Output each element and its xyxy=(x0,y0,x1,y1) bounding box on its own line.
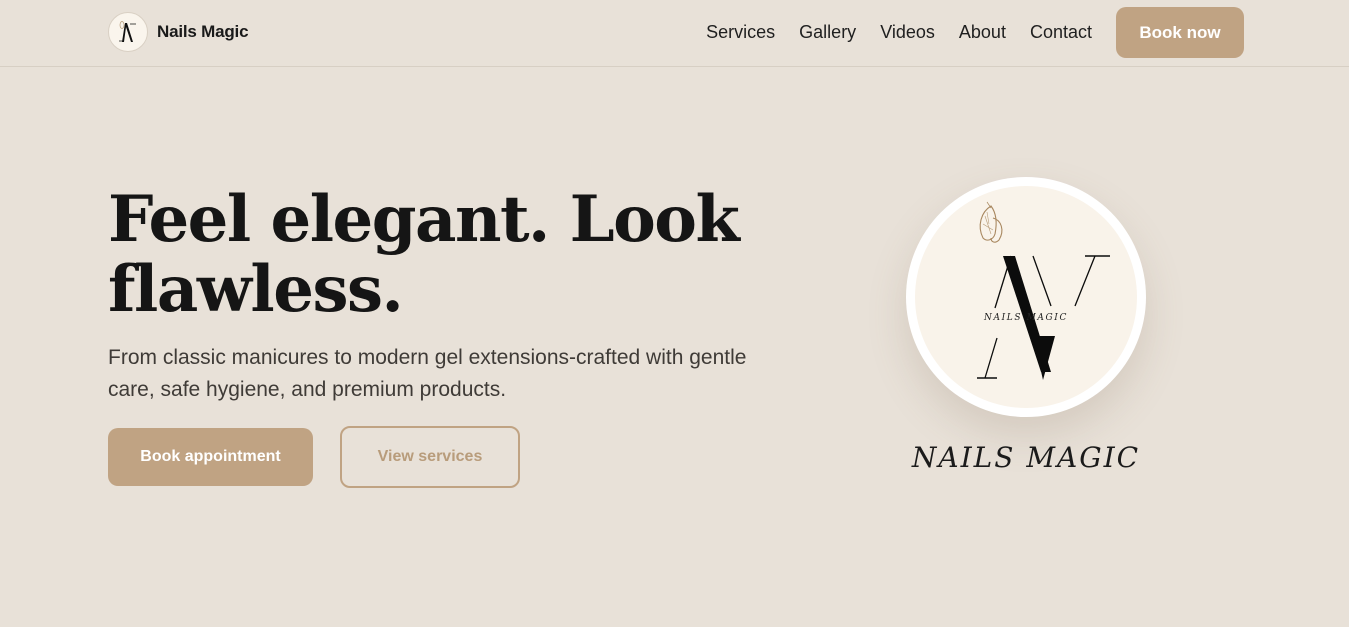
main-nav: Services Gallery Videos About Contact Bo… xyxy=(706,7,1244,58)
site-header: Nails Magic Services Gallery Videos Abou… xyxy=(0,0,1349,67)
view-services-button[interactable]: View services xyxy=(340,426,520,488)
emblem-caption: NAILS MAGIC xyxy=(911,441,1141,474)
monogram-logo-icon xyxy=(977,201,1110,380)
nav-services[interactable]: Services xyxy=(706,22,775,43)
book-now-button[interactable]: Book now xyxy=(1116,7,1244,58)
brand-name: Nails Magic xyxy=(157,22,249,41)
nails-magic-monogram-icon xyxy=(108,12,148,52)
hero-cta-row: Book appointment View services xyxy=(108,426,520,488)
emblem-logo-text: NAILS MAGIC xyxy=(984,313,1068,323)
emblem-inner: NAILS MAGIC xyxy=(915,186,1137,408)
brand-emblem: NAILS MAGIC xyxy=(906,177,1146,417)
nav-about[interactable]: About xyxy=(959,22,1006,43)
nav-contact[interactable]: Contact xyxy=(1030,22,1092,43)
brand-link[interactable]: Nails Magic xyxy=(108,12,249,52)
nav-videos[interactable]: Videos xyxy=(880,22,935,43)
book-appointment-button[interactable]: Book appointment xyxy=(108,428,313,486)
butterfly-icon xyxy=(979,201,1003,243)
hero-subtitle: From classic manicures to modern gel ext… xyxy=(108,346,747,401)
hero-title: Feel elegant. Look flawless. xyxy=(108,182,740,327)
nav-gallery[interactable]: Gallery xyxy=(799,22,856,43)
